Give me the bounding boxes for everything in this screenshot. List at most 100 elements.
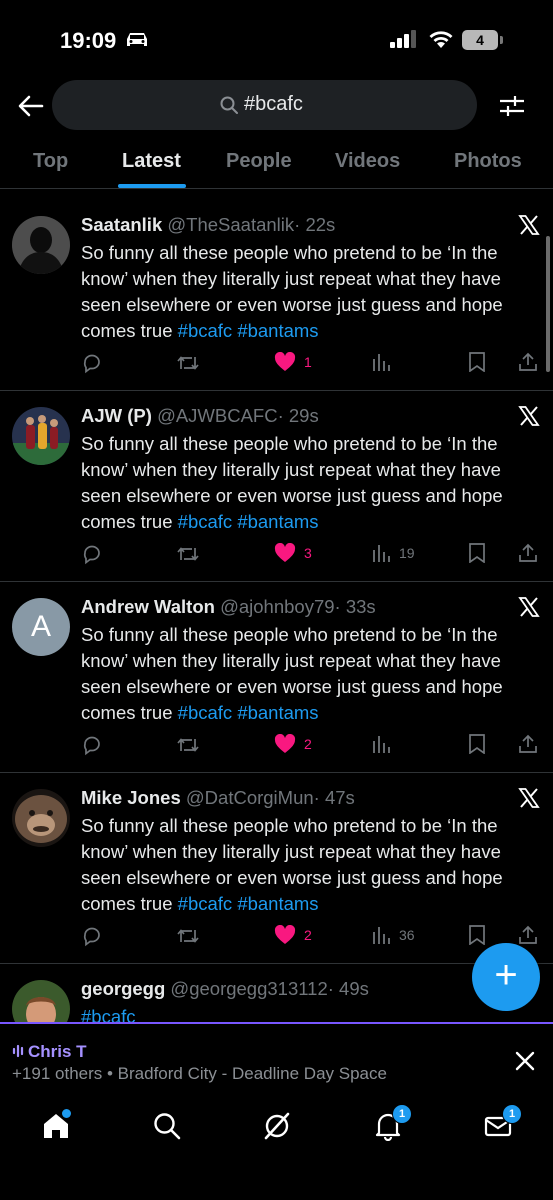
- grok-icon: [264, 1112, 290, 1140]
- search-icon: [220, 96, 238, 114]
- retweet-icon: [177, 738, 199, 752]
- clock: 19:09: [60, 28, 117, 53]
- share-button[interactable]: [518, 925, 538, 945]
- avatar[interactable]: [12, 789, 70, 847]
- reply-icon: [83, 354, 100, 374]
- nav-grok[interactable]: [262, 1111, 292, 1141]
- tweet[interactable]: A Andrew Walton @ajohnboy79· 33s So funn…: [0, 582, 553, 773]
- display-name[interactable]: Mike Jones: [81, 787, 181, 808]
- tweet[interactable]: Mike Jones @DatCorgiMun· 47s So funny al…: [0, 773, 553, 964]
- analytics-icon: [373, 736, 390, 753]
- reply-button[interactable]: [81, 352, 103, 374]
- like-button[interactable]: 2: [274, 734, 312, 754]
- nav-search[interactable]: [152, 1111, 182, 1141]
- retweet-icon: [177, 547, 199, 561]
- username[interactable]: @TheSaatanlik: [167, 214, 294, 235]
- display-name[interactable]: Saatanlik: [81, 214, 162, 235]
- hashtag-link[interactable]: #bcafc: [178, 702, 233, 723]
- share-icon: [519, 352, 537, 371]
- hashtag-link[interactable]: #bcafc: [178, 320, 233, 341]
- avatar-initial: A: [30, 610, 51, 643]
- compose-button[interactable]: +: [472, 943, 540, 1011]
- like-button[interactable]: 2: [274, 925, 312, 945]
- username[interactable]: @DatCorgiMun: [186, 787, 314, 808]
- like-button[interactable]: 3: [274, 543, 312, 563]
- display-name[interactable]: georgegg: [81, 978, 165, 999]
- retweet-button[interactable]: [176, 925, 200, 947]
- nav-notifications[interactable]: 1: [373, 1104, 412, 1142]
- battery-tip: [500, 36, 503, 44]
- avatar[interactable]: [12, 980, 70, 1022]
- timestamp: · 22s: [294, 214, 336, 235]
- view-count: 19: [399, 545, 415, 561]
- search-icon: [154, 1113, 181, 1140]
- views-button[interactable]: 36: [371, 925, 415, 945]
- retweet-icon: [177, 356, 199, 370]
- tab-latest[interactable]: Latest: [122, 150, 181, 173]
- views-button[interactable]: 19: [371, 543, 415, 563]
- bookmark-button[interactable]: [468, 352, 486, 372]
- username[interactable]: @georgegg313112: [170, 978, 327, 999]
- retweet-button[interactable]: [176, 352, 200, 374]
- back-arrow-icon[interactable]: [16, 92, 46, 120]
- hashtag-link[interactable]: #bcafc: [178, 893, 233, 914]
- tab-top[interactable]: Top: [33, 150, 68, 173]
- views-button[interactable]: [371, 734, 399, 754]
- display-name[interactable]: AJW (P): [81, 405, 152, 426]
- tab-videos[interactable]: Videos: [335, 150, 400, 173]
- view-count: 36: [399, 927, 415, 943]
- hashtag-link[interactable]: #bcafc: [81, 1006, 136, 1022]
- nav-messages[interactable]: 1: [483, 1104, 522, 1141]
- hashtag-link[interactable]: #bantams: [237, 320, 318, 341]
- avatar[interactable]: [12, 216, 70, 274]
- share-button[interactable]: [518, 543, 538, 563]
- space-details: +191 others • Bradford City - Deadline D…: [12, 1064, 387, 1083]
- views-button[interactable]: [371, 352, 399, 372]
- hashtag-link[interactable]: #bantams: [237, 702, 318, 723]
- hashtag-link[interactable]: #bantams: [237, 511, 318, 532]
- scrollbar[interactable]: [546, 236, 550, 372]
- display-name[interactable]: Andrew Walton: [81, 596, 215, 617]
- share-button[interactable]: [518, 352, 538, 372]
- nav-home[interactable]: [41, 1109, 71, 1141]
- search-settings-icon[interactable]: [498, 92, 526, 120]
- live-space-banner[interactable]: Chris T +191 others • Bradford City - De…: [0, 1022, 553, 1099]
- messages-badge: 1: [502, 1104, 522, 1124]
- audio-wave-icon: [12, 1044, 24, 1058]
- tweet[interactable]: Saatanlik @TheSaatanlik· 22s So funny al…: [0, 200, 553, 391]
- avatar[interactable]: A: [12, 598, 70, 656]
- tab-people[interactable]: People: [226, 150, 292, 173]
- close-icon[interactable]: [514, 1050, 536, 1072]
- reply-button[interactable]: [81, 734, 103, 756]
- bookmark-button[interactable]: [468, 543, 486, 563]
- wifi-icon: [429, 31, 453, 48]
- tweet-feed[interactable]: Saatanlik @TheSaatanlik· 22s So funny al…: [0, 200, 553, 1022]
- tweet-text: So funny all these people who pretend to…: [81, 622, 543, 726]
- share-button[interactable]: [518, 734, 538, 754]
- retweet-button[interactable]: [176, 543, 200, 565]
- username[interactable]: @AJWBCAFC: [157, 405, 278, 426]
- retweet-button[interactable]: [176, 734, 200, 756]
- hashtag-link[interactable]: #bantams: [237, 893, 318, 914]
- heart-icon: [274, 925, 296, 944]
- bookmark-icon: [469, 543, 485, 563]
- tweet[interactable]: georgegg @georgegg313112· 49s #bcafc: [0, 964, 553, 1022]
- notifications-badge: 1: [392, 1104, 412, 1124]
- username[interactable]: @ajohnboy79: [220, 596, 334, 617]
- bookmark-button[interactable]: [468, 734, 486, 754]
- tab-photos[interactable]: Photos: [454, 150, 522, 173]
- timestamp: · 33s: [334, 596, 376, 617]
- tweet-actions: 2: [81, 734, 543, 758]
- reply-button[interactable]: [81, 925, 103, 947]
- x-logo-icon: [518, 215, 540, 235]
- home-unread-dot: [62, 1109, 71, 1118]
- like-button[interactable]: 1: [274, 352, 312, 372]
- tweet[interactable]: AJW (P) @AJWBCAFC· 29s So funny all thes…: [0, 391, 553, 582]
- search-input[interactable]: #bcafc: [52, 80, 477, 130]
- avatar[interactable]: [12, 407, 70, 465]
- hashtag-link[interactable]: #bcafc: [178, 511, 233, 532]
- tweet-header: Mike Jones @DatCorgiMun· 47s: [81, 787, 355, 809]
- share-icon: [519, 925, 537, 944]
- reply-button[interactable]: [81, 543, 103, 565]
- bookmark-button[interactable]: [468, 925, 486, 945]
